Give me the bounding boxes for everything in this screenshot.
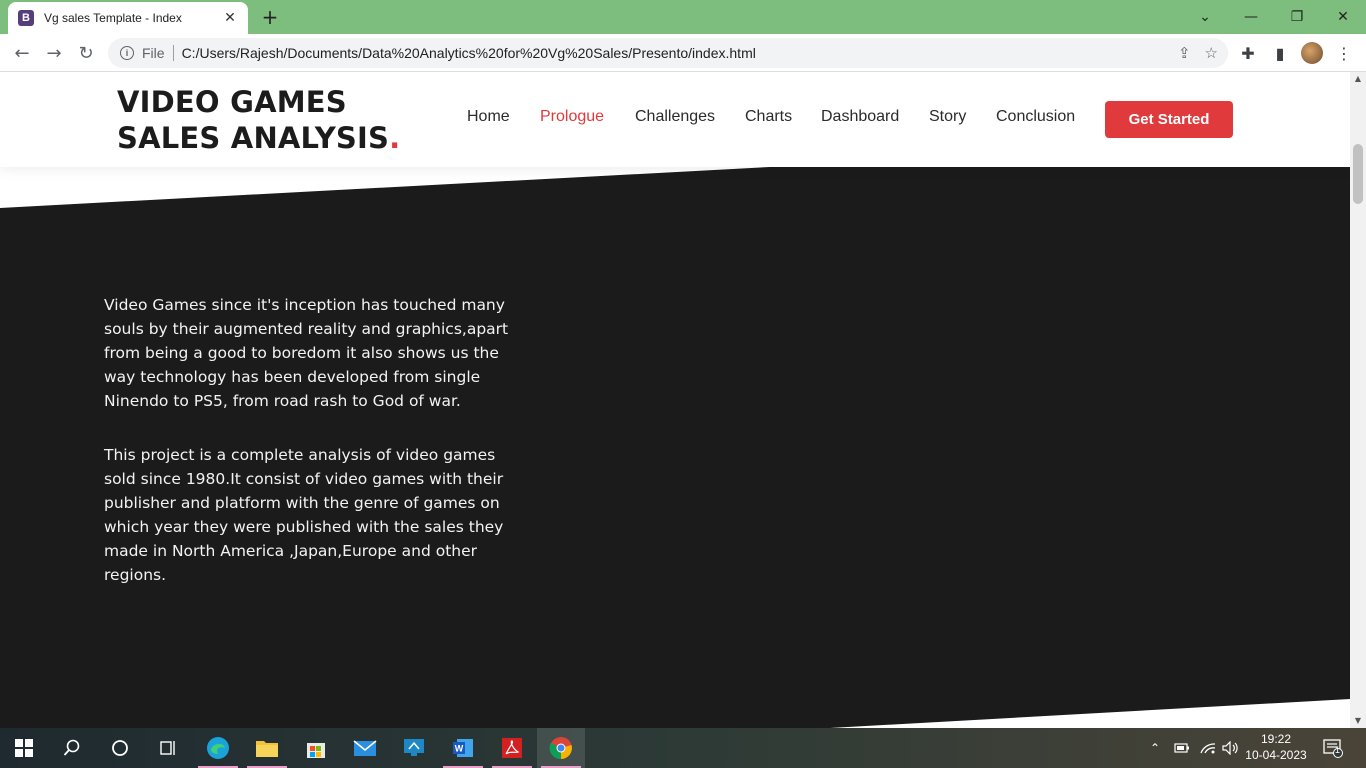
menu-icon[interactable]: ⋮ [1330,39,1358,67]
nav-home[interactable]: Home [467,108,510,126]
reload-icon[interactable]: ↻ [72,39,100,67]
sidepanel-icon[interactable]: ▮ [1266,39,1294,67]
info-icon[interactable]: i [120,46,134,60]
search-icon[interactable] [48,728,96,768]
svg-text:W: W [455,744,464,754]
battery-icon[interactable] [1174,728,1190,768]
word-icon[interactable]: W [439,728,487,768]
section-bottom-slant [830,699,1350,728]
get-started-button[interactable]: Get Started [1105,101,1233,138]
forward-icon[interactable]: → [40,39,68,67]
nav-conclusion[interactable]: Conclusion [996,108,1075,126]
notifications-icon[interactable]: 1 [1322,728,1344,768]
new-tab-icon[interactable]: + [258,5,282,29]
star-icon[interactable]: ☆ [1205,44,1218,62]
scroll-up-icon[interactable]: ▲ [1350,72,1366,86]
prologue-paragraph-1: Video Games since it's inception has tou… [104,296,509,410]
notification-count: 1 [1335,745,1341,755]
site-logo[interactable]: VIDEO GAMES SALES ANALYSIS. [117,84,447,156]
windows-taskbar: W ⌃ 19:22 10-04-2023 1 [0,728,1366,768]
omnibox-separator [172,45,174,61]
remote-desktop-icon[interactable] [390,728,438,768]
task-view-icon[interactable] [144,728,192,768]
clock-date: 10-04-2023 [1245,748,1307,762]
file-explorer-icon[interactable] [243,728,291,768]
minimize-icon[interactable]: — [1228,0,1274,34]
show-hidden-icons-icon[interactable]: ⌃ [1150,728,1160,768]
brand-dot: . [389,121,401,155]
edge-icon[interactable] [194,728,242,768]
acrobat-icon[interactable] [488,728,536,768]
mail-icon[interactable] [341,728,389,768]
nav-charts[interactable]: Charts [745,108,792,126]
volume-icon[interactable] [1222,728,1240,768]
scroll-thumb[interactable] [1353,144,1363,204]
nav-dashboard[interactable]: Dashboard [821,108,899,126]
cortana-icon[interactable] [96,728,144,768]
clock-time: 19:22 [1260,732,1292,746]
profile-avatar[interactable] [1298,39,1326,67]
file-label: File [142,45,165,61]
browser-toolbar: ← → ↻ i File C:/Users/Rajesh/Documents/D… [0,34,1366,72]
start-icon[interactable] [0,728,48,768]
tab-strip: B Vg sales Template - Index ✕ + ⌄ — ❐ ✕ [0,0,1366,34]
site-header: VIDEO GAMES SALES ANALYSIS. Home Prologu… [0,72,1350,167]
restore-icon[interactable]: ❐ [1274,0,1320,34]
taskbar-clock[interactable]: 19:22 10-04-2023 [1244,731,1308,763]
page-viewport: VIDEO GAMES SALES ANALYSIS. Home Prologu… [0,72,1350,728]
avatar [1301,42,1323,64]
browser-tab[interactable]: B Vg sales Template - Index ✕ [8,2,248,34]
wifi-icon[interactable] [1200,728,1216,768]
nav-prologue[interactable]: Prologue [540,108,604,126]
back-icon[interactable]: ← [8,39,36,67]
chrome-icon[interactable] [537,728,585,768]
scroll-down-icon[interactable]: ▼ [1350,714,1366,728]
tab-title: Vg sales Template - Index [44,11,182,25]
store-icon[interactable] [292,728,340,768]
section-top-slant [0,167,770,208]
prologue-paragraph-2: This project is a complete analysis of v… [104,446,504,584]
nav-challenges[interactable]: Challenges [635,108,715,126]
page-scrollbar[interactable]: ▲ ▼ [1350,72,1366,728]
bootstrap-favicon-icon: B [18,10,34,26]
nav-story[interactable]: Story [929,108,966,126]
share-icon[interactable]: ⇪ [1178,44,1191,62]
address-bar[interactable]: i File C:/Users/Rajesh/Documents/Data%20… [108,38,1228,68]
extensions-icon[interactable]: ✚ [1234,39,1262,67]
close-window-icon[interactable]: ✕ [1320,0,1366,34]
tab-search-icon[interactable]: ⌄ [1182,0,1228,34]
prologue-section: Video Games since it's inception has tou… [104,293,524,587]
tab-close-icon[interactable]: ✕ [222,10,238,26]
brand-text: VIDEO GAMES SALES ANALYSIS [117,85,390,155]
url-text[interactable]: C:/Users/Rajesh/Documents/Data%20Analyti… [182,45,756,61]
